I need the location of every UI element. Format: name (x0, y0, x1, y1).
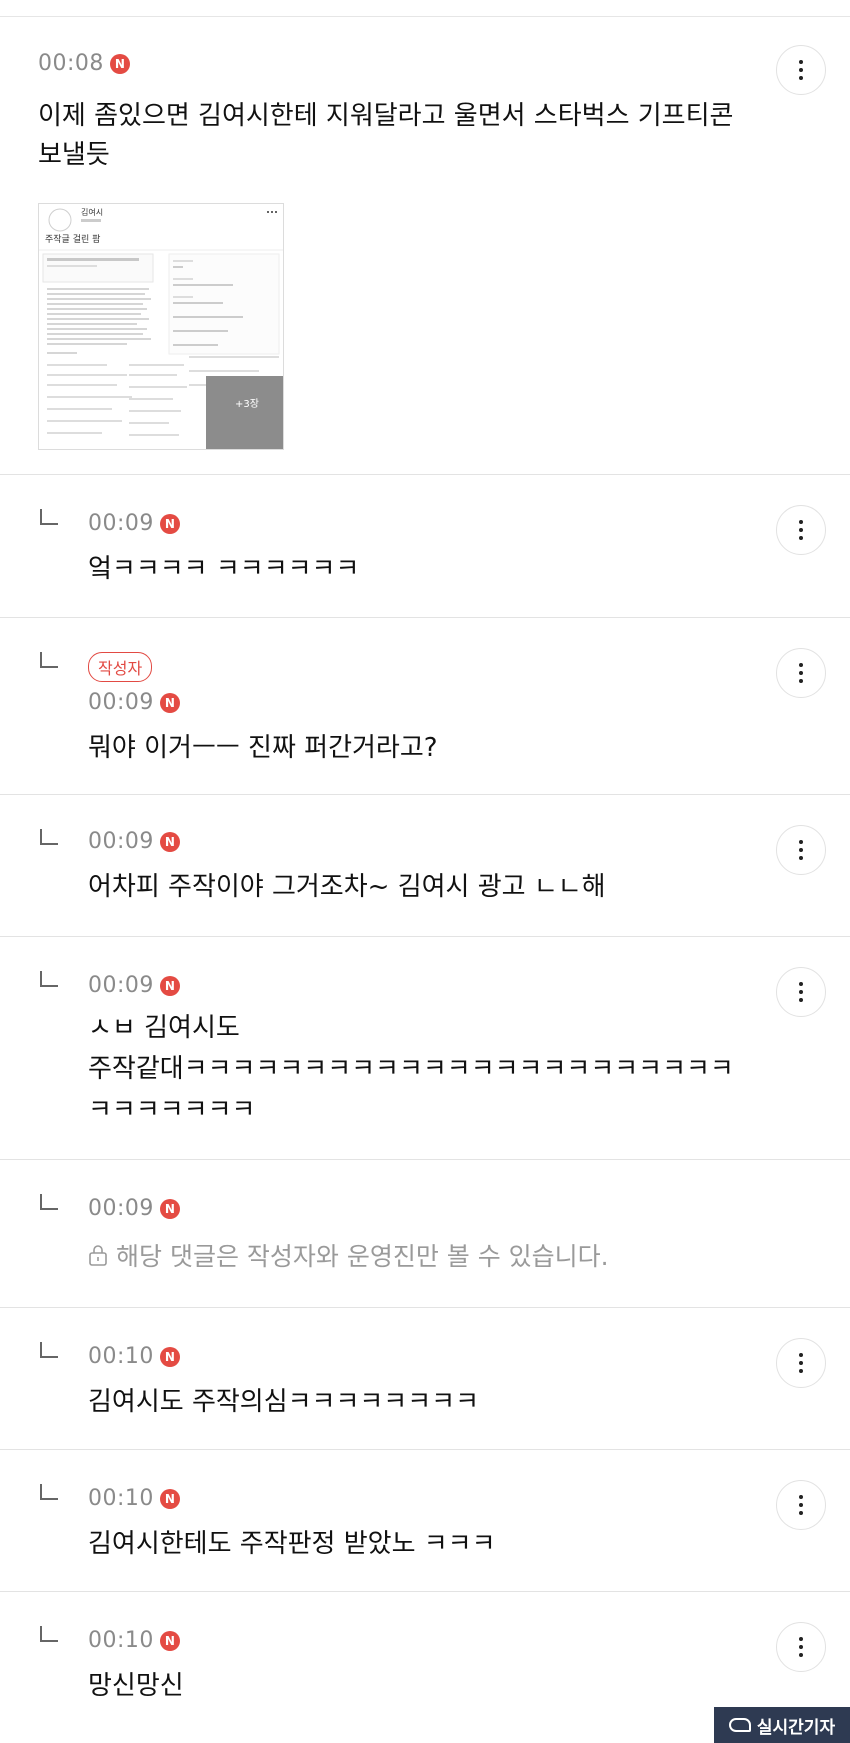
more-button[interactable] (776, 1480, 826, 1530)
reply-time: 00:10 (88, 1628, 154, 1653)
new-badge-icon: N (159, 513, 180, 534)
watermark: 실시간기자 (714, 1707, 850, 1743)
private-notice-text: 해당 댓글은 작성자와 운영진만 볼 수 있습니다. (116, 1242, 609, 1271)
reply-item: 작성자 00:09 N 뭐야 이거ㅡㅡ 진짜 퍼간거라고? (0, 618, 850, 795)
reply-text: ㅅㅂ 김여시도 주작같대ㅋㅋㅋㅋㅋㅋㅋㅋㅋㅋㅋㅋㅋㅋㅋㅋㅋㅋㅋㅋㅋㅋㅋ ㅋㅋㅋㅋ… (88, 1008, 734, 1131)
reply-arrow-icon (40, 652, 58, 668)
reply-body: 00:10 N 망신망신 (88, 1628, 184, 1706)
more-button[interactable] (776, 45, 826, 95)
lock-icon (89, 1245, 107, 1266)
thumb-photo-count: +3장 (235, 398, 259, 410)
more-button[interactable] (776, 1622, 826, 1672)
more-vertical-icon (799, 520, 803, 524)
reply-body: 00:10 N 김여시한테도 주작판정 받았노 ㅋㅋㅋ (88, 1486, 496, 1564)
reply-text: 어차피 주작이야 그거조차~ 김여시 광고 ㄴㄴ해 (88, 872, 606, 902)
reply-arrow-icon (40, 1626, 58, 1642)
comment-text-line: 보낼듯 (38, 140, 110, 170)
reply-meta: 00:09 N (88, 690, 438, 715)
reply-meta: 00:09 N (88, 511, 359, 536)
reply-body: 00:09 N 해당 댓글은 작성자와 운영진만 볼 수 있습니다. (88, 1196, 609, 1273)
watermark-text: 실시간기자 (756, 1717, 836, 1738)
more-vertical-icon (799, 1637, 803, 1641)
more-button[interactable] (776, 1338, 826, 1388)
reply-arrow-icon (40, 1342, 58, 1358)
reply-body: 00:09 N ㅅㅂ 김여시도 주작같대ㅋㅋㅋㅋㅋㅋㅋㅋㅋㅋㅋㅋㅋㅋㅋㅋㅋㅋㅋㅋ… (88, 973, 734, 1131)
more-vertical-icon (799, 1353, 803, 1357)
more-vertical-icon (799, 840, 803, 844)
reply-arrow-icon (40, 971, 58, 987)
more-button[interactable] (776, 648, 826, 698)
reply-time: 00:10 (88, 1344, 154, 1369)
more-vertical-icon (799, 60, 803, 64)
reply-text: 망신망신 (88, 1671, 184, 1701)
attached-image[interactable]: 김여시 주작글 걸린 팜 +3장 (38, 203, 284, 450)
reply-arrow-icon (40, 1194, 58, 1210)
reply-body: 작성자 00:09 N 뭐야 이거ㅡㅡ 진짜 퍼간거라고? (88, 652, 438, 768)
private-notice: 해당 댓글은 작성자와 운영진만 볼 수 있습니다. (88, 1237, 609, 1273)
reply-text: 엌ㅋㅋㅋㅋ ㅋㅋㅋㅋㅋㅋ (88, 554, 360, 584)
comment-time: 00:08 (38, 51, 104, 76)
thumb-profile-name: 김여시 (81, 207, 103, 217)
reply-text: 김여시한테도 주작판정 받았노 ㅋㅋㅋ (88, 1529, 496, 1559)
new-badge-icon: N (159, 1488, 180, 1509)
watermark-logo-icon (728, 1718, 751, 1732)
reply-time: 00:09 (88, 1196, 154, 1221)
reply-body: 00:10 N 김여시도 주작의심ㅋㅋㅋㅋㅋㅋㅋㅋ (88, 1344, 479, 1422)
author-badge: 작성자 (88, 652, 153, 682)
more-vertical-icon (799, 1495, 803, 1499)
reply-text-line: ㅋㅋㅋㅋㅋㅋㅋ (88, 1095, 256, 1125)
reply-item: 00:09 N ㅅㅂ 김여시도 주작같대ㅋㅋㅋㅋㅋㅋㅋㅋㅋㅋㅋㅋㅋㅋㅋㅋㅋㅋㅋㅋ… (0, 937, 850, 1160)
reply-item: 00:09 N 어차피 주작이야 그거조차~ 김여시 광고 ㄴㄴ해 (0, 795, 850, 937)
new-badge-icon: N (159, 831, 180, 852)
reply-time: 00:10 (88, 1486, 154, 1511)
reply-meta: 00:09 N (88, 973, 734, 998)
comment-text-line: 이제 좀있으면 김여시한테 지워달라고 울면서 스타벅스 기프티콘 (38, 101, 734, 131)
new-badge-icon: N (159, 975, 180, 996)
reply-arrow-icon (40, 1484, 58, 1500)
reply-item: 00:09 N 해당 댓글은 작성자와 운영진만 볼 수 있습니다. (0, 1160, 850, 1308)
reply-meta: 00:10 N (88, 1628, 184, 1653)
comment-meta: 00:08 N (38, 51, 130, 76)
reply-text: 김여시도 주작의심ㅋㅋㅋㅋㅋㅋㅋㅋ (88, 1387, 479, 1417)
reply-arrow-icon (40, 509, 58, 525)
reply-text: 뭐야 이거ㅡㅡ 진짜 퍼간거라고? (88, 733, 438, 763)
reply-item: 00:10 N 김여시도 주작의심ㅋㅋㅋㅋㅋㅋㅋㅋ (0, 1308, 850, 1450)
comment-text: 이제 좀있으면 김여시한테 지워달라고 울면서 스타벅스 기프티콘 보낼듯 (38, 97, 733, 175)
attached-image-content: 김여시 주작글 걸린 팜 +3장 (39, 207, 283, 449)
reply-text-line: ㅅㅂ 김여시도 (88, 1013, 240, 1043)
new-badge-icon: N (109, 53, 130, 74)
reply-item: 00:10 N 김여시한테도 주작판정 받았노 ㅋㅋㅋ (0, 1450, 850, 1592)
new-badge-icon: N (159, 1198, 180, 1219)
more-button[interactable] (776, 825, 826, 875)
reply-time: 00:09 (88, 511, 154, 536)
reply-time: 00:09 (88, 829, 154, 854)
reply-meta: 00:09 N (88, 1196, 609, 1221)
reply-meta: 00:09 N (88, 829, 606, 854)
new-badge-icon: N (159, 692, 180, 713)
more-button[interactable] (776, 967, 826, 1017)
new-badge-icon: N (159, 1346, 180, 1367)
reply-body: 00:09 N 어차피 주작이야 그거조차~ 김여시 광고 ㄴㄴ해 (88, 829, 606, 907)
more-button[interactable] (776, 505, 826, 555)
thumb-post-title: 주작글 걸린 팜 (45, 234, 100, 245)
reply-item: 00:09 N 엌ㅋㅋㅋㅋ ㅋㅋㅋㅋㅋㅋ (0, 475, 850, 618)
more-vertical-icon (799, 663, 803, 667)
reply-meta: 00:10 N (88, 1344, 479, 1369)
reply-time: 00:09 (88, 690, 154, 715)
reply-arrow-icon (40, 829, 58, 845)
new-badge-icon: N (159, 1630, 180, 1651)
reply-meta: 00:10 N (88, 1486, 496, 1511)
reply-text-line: 주작같대ㅋㅋㅋㅋㅋㅋㅋㅋㅋㅋㅋㅋㅋㅋㅋㅋㅋㅋㅋㅋㅋㅋㅋ (88, 1054, 734, 1084)
more-vertical-icon (799, 982, 803, 986)
reply-body: 00:09 N 엌ㅋㅋㅋㅋ ㅋㅋㅋㅋㅋㅋ (88, 511, 359, 589)
reply-time: 00:09 (88, 973, 154, 998)
comment-main: 00:08 N 이제 좀있으면 김여시한테 지워달라고 울면서 스타벅스 기프티… (0, 17, 850, 475)
